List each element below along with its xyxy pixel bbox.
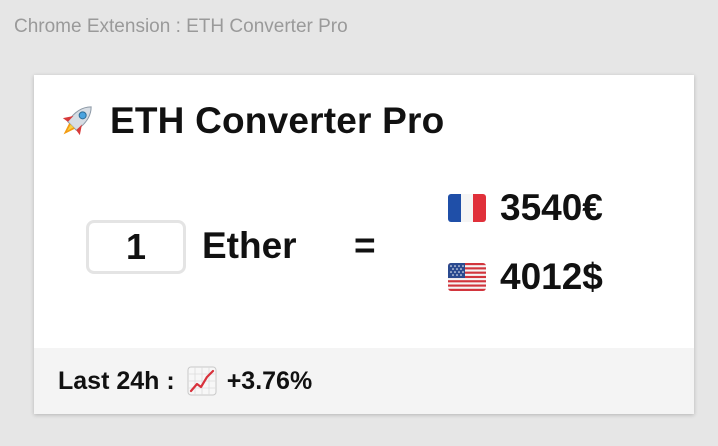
- equals-sign: =: [354, 225, 376, 266]
- eur-value: 3540€: [500, 187, 603, 228]
- france-flag-icon: [448, 194, 486, 222]
- price-change-value: +3.76%: [226, 366, 313, 395]
- ether-amount-input[interactable]: [86, 220, 186, 274]
- usa-flag-icon: [448, 263, 486, 291]
- converter: Ether = 3540€: [34, 75, 694, 345]
- usd-value: 4012$: [500, 256, 603, 297]
- chart-increasing-icon: [187, 366, 217, 396]
- usd-rate-row: 4012$: [448, 256, 603, 298]
- last-24h-label: Last 24h :: [58, 366, 175, 395]
- footer: Last 24h : +3.76%: [34, 348, 694, 414]
- extension-popup: ETH Converter Pro Ether = 3540€: [34, 75, 694, 414]
- unit-label: Ether: [202, 225, 297, 266]
- page: Chrome Extension : ETH Converter Pro ETH…: [0, 0, 718, 446]
- window-caption: Chrome Extension : ETH Converter Pro: [14, 16, 348, 37]
- eur-rate-row: 3540€: [448, 187, 603, 229]
